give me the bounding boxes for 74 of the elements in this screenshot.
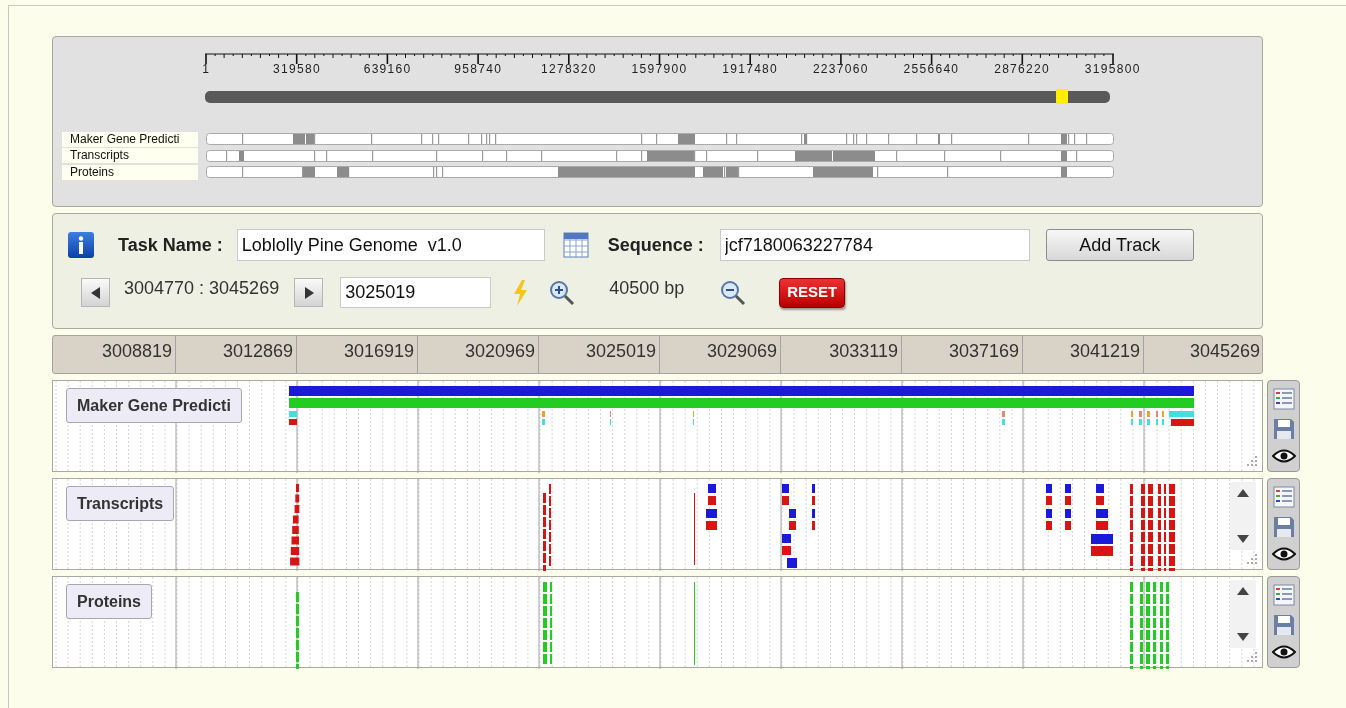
ruler-label: 2876220	[993, 61, 1051, 78]
settings-button[interactable]	[1272, 388, 1295, 410]
down-arrow-icon	[1236, 534, 1250, 544]
add-track-button[interactable]: Add Track	[1045, 229, 1194, 261]
ruler-label: 3016919	[297, 336, 418, 373]
visibility-button[interactable]	[1271, 448, 1296, 464]
info-icon[interactable]	[68, 232, 94, 258]
down-arrow-icon	[1236, 632, 1250, 642]
ruler-label: 1278320	[539, 61, 598, 78]
ruler-label: 2237060	[811, 61, 870, 78]
resize-grip-icon[interactable]	[1246, 455, 1258, 467]
ruler-label: 3025019	[539, 336, 660, 373]
ruler-label: 639160	[362, 61, 413, 78]
visibility-button[interactable]	[1271, 546, 1296, 562]
position-field[interactable]: 3025019	[340, 277, 492, 308]
track-label-button[interactable]: Proteins	[66, 584, 152, 619]
eye-icon	[1271, 546, 1296, 562]
ruler-label: 3037169	[902, 336, 1023, 373]
zoom-in-icon[interactable]	[549, 279, 576, 306]
left-arrow-icon	[90, 286, 101, 299]
save-icon	[1272, 418, 1295, 440]
ruler-label: 1917480	[721, 61, 780, 78]
ruler-label: 3020969	[418, 336, 539, 373]
sequence-label: Sequence :	[607, 233, 704, 257]
task-name-field[interactable]: Loblolly Pine Genome v1.0	[236, 229, 545, 261]
ruler-label: 3033119	[781, 336, 902, 373]
next-button[interactable]	[294, 278, 324, 307]
ruler-label: 958740	[453, 61, 504, 78]
up-arrow-icon	[1236, 488, 1250, 498]
up-arrow-icon	[1236, 586, 1250, 596]
visibility-button[interactable]	[1271, 644, 1296, 660]
right-arrow-icon	[303, 286, 314, 299]
ruler-label: 3041219	[1023, 336, 1144, 373]
track-name: Maker Gene Predicti	[62, 131, 198, 147]
task-name-label: Task Name :	[118, 233, 223, 257]
ruler-label: 1	[201, 61, 212, 78]
track-label-button[interactable]: Transcripts	[66, 486, 175, 521]
ruler-label: 2556640	[902, 61, 961, 78]
sequence-field[interactable]: jcf7180063227784	[719, 229, 1030, 261]
list-icon	[1272, 486, 1295, 508]
track-name: Proteins	[62, 164, 198, 180]
settings-button[interactable]	[1272, 584, 1295, 606]
scroll-up-button[interactable]	[1236, 586, 1250, 596]
ruler-label: 3045269	[1188, 340, 1261, 363]
save-button[interactable]	[1272, 418, 1295, 440]
calendar-icon[interactable]	[562, 232, 589, 258]
save-icon	[1272, 614, 1295, 636]
reset-button[interactable]: RESET	[779, 277, 846, 308]
track-name: Transcripts	[62, 148, 198, 164]
ruler-label: 3008819	[53, 336, 176, 373]
scroll-down-button[interactable]	[1236, 632, 1250, 642]
scroll-down-button[interactable]	[1236, 534, 1250, 544]
span-text: 40500 bp	[609, 277, 685, 300]
save-button[interactable]	[1272, 516, 1295, 538]
track-label-button[interactable]: Maker Gene Predicti	[66, 388, 242, 423]
settings-button[interactable]	[1272, 486, 1295, 508]
range-text: 3004770 : 3045269	[124, 277, 280, 300]
save-button[interactable]	[1272, 614, 1295, 636]
resize-grip-icon[interactable]	[1246, 651, 1258, 663]
previous-button[interactable]	[81, 278, 110, 307]
eye-icon	[1271, 448, 1296, 464]
position-slider-thumb[interactable]	[1056, 89, 1069, 104]
ruler-label: 3012869	[176, 336, 297, 373]
ruler-label: 3195800	[1083, 61, 1142, 78]
zoom-out-icon[interactable]	[720, 279, 747, 306]
ruler-label: 319580	[272, 61, 322, 78]
list-icon	[1272, 388, 1295, 410]
list-icon	[1272, 584, 1295, 606]
ruler-label: 3029069	[660, 336, 781, 373]
resize-grip-icon[interactable]	[1246, 553, 1258, 565]
ruler-label: 1597900	[630, 61, 689, 78]
scroll-up-button[interactable]	[1236, 488, 1250, 498]
eye-icon	[1271, 644, 1296, 660]
save-icon	[1272, 516, 1295, 538]
